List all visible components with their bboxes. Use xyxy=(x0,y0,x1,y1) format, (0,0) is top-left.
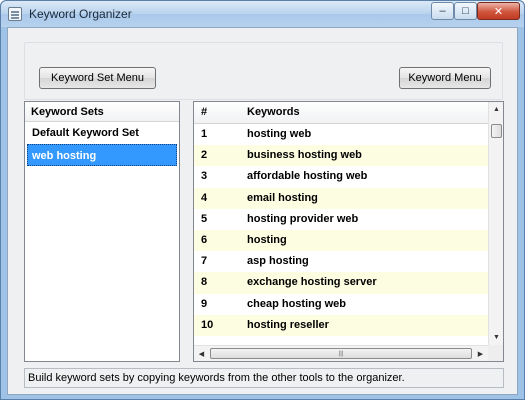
row-number: 6 xyxy=(201,233,208,246)
keyword-menu-button[interactable]: Keyword Menu xyxy=(399,67,491,89)
keywords-table[interactable]: # Keywords 1 hosting web 2 business hostin… xyxy=(193,101,504,362)
row-number: 8 xyxy=(201,276,208,289)
table-row[interactable]: 10 hosting reseller xyxy=(194,314,488,336)
close-icon: ✕ xyxy=(493,5,504,18)
table-row[interactable]: 3 affordable hosting web xyxy=(194,166,488,187)
scrollbar-corner xyxy=(488,345,503,361)
keywords-rows: 1 hosting web 2 business hosting web 3 affo… xyxy=(194,124,488,336)
row-keyword: hosting web xyxy=(247,128,312,140)
row-number: 2 xyxy=(201,149,208,162)
row-keyword: affordable hosting web xyxy=(247,170,368,183)
row-keyword: hosting xyxy=(247,233,287,246)
table-row[interactable]: 2 business hosting web xyxy=(194,145,488,167)
maximize-button[interactable]: □ xyxy=(454,2,477,20)
row-keyword: cheap hosting web xyxy=(247,297,347,310)
scroll-up-arrow-icon[interactable]: ▲ xyxy=(489,102,503,117)
minimize-button[interactable]: – xyxy=(431,2,454,20)
scroll-down-arrow-icon[interactable]: ▼ xyxy=(489,330,503,345)
app-icon xyxy=(8,7,22,21)
table-row[interactable]: 1 hosting web xyxy=(194,124,488,145)
row-keyword: business hosting web xyxy=(247,149,362,162)
horizontal-scrollbar[interactable]: ◀ ||| ▶ xyxy=(194,345,488,361)
column-header-number[interactable]: # xyxy=(201,106,207,118)
keyword-sets-header[interactable]: Keyword Sets xyxy=(25,102,179,122)
row-number: 4 xyxy=(201,191,208,204)
table-row[interactable]: 5 hosting provider web xyxy=(194,209,488,230)
row-keyword: email hosting xyxy=(247,191,318,204)
keyword-set-menu-button[interactable]: Keyword Set Menu xyxy=(39,67,156,89)
keywords-table-header: # Keywords xyxy=(194,102,503,124)
row-number: 1 xyxy=(201,128,208,140)
table-row[interactable]: 9 cheap hosting web xyxy=(194,294,488,315)
table-row[interactable]: 6 hosting xyxy=(194,229,488,252)
row-number: 3 xyxy=(201,170,208,183)
scroll-right-arrow-icon[interactable]: ▶ xyxy=(473,346,488,361)
row-keyword: hosting reseller xyxy=(247,318,329,331)
horizontal-scroll-thumb[interactable]: ||| xyxy=(210,348,472,359)
row-number: 9 xyxy=(201,297,208,310)
title-bar[interactable]: Keyword Organizer – □ ✕ xyxy=(1,1,524,27)
minimize-icon: – xyxy=(439,5,446,17)
keyword-set-item-selected[interactable]: web hosting xyxy=(27,144,177,166)
row-number: 10 xyxy=(201,318,214,331)
scroll-left-arrow-icon[interactable]: ◀ xyxy=(194,346,209,361)
client-area: Keyword Set Menu Keyword Menu Keyword Se… xyxy=(7,27,518,395)
window-title: Keyword Organizer xyxy=(29,7,132,21)
table-row[interactable]: 8 exchange hosting server xyxy=(194,272,488,294)
row-number: 5 xyxy=(201,212,208,225)
status-bar: Build keyword sets by copying keywords f… xyxy=(24,368,504,388)
keyword-set-item[interactable]: Default Keyword Set xyxy=(25,122,179,144)
maximize-icon: □ xyxy=(462,5,469,17)
app-window: Keyword Organizer – □ ✕ Keyword Set Menu… xyxy=(0,0,525,400)
vertical-scroll-thumb[interactable] xyxy=(491,124,502,138)
close-button[interactable]: ✕ xyxy=(477,2,520,20)
menu-panel: Keyword Set Menu Keyword Menu xyxy=(24,42,503,100)
row-number: 7 xyxy=(201,255,208,268)
row-keyword: exchange hosting server xyxy=(247,276,377,289)
keyword-sets-list[interactable]: Keyword Sets Default Keyword Set web hos… xyxy=(24,101,180,362)
row-keyword: hosting provider web xyxy=(247,212,359,225)
vertical-scrollbar[interactable]: ▲ ▼ xyxy=(488,102,503,345)
table-row[interactable]: 4 email hosting xyxy=(194,187,488,209)
column-header-keywords[interactable]: Keywords xyxy=(247,106,300,118)
table-row[interactable]: 7 asp hosting xyxy=(194,251,488,272)
row-keyword: asp hosting xyxy=(247,255,309,268)
